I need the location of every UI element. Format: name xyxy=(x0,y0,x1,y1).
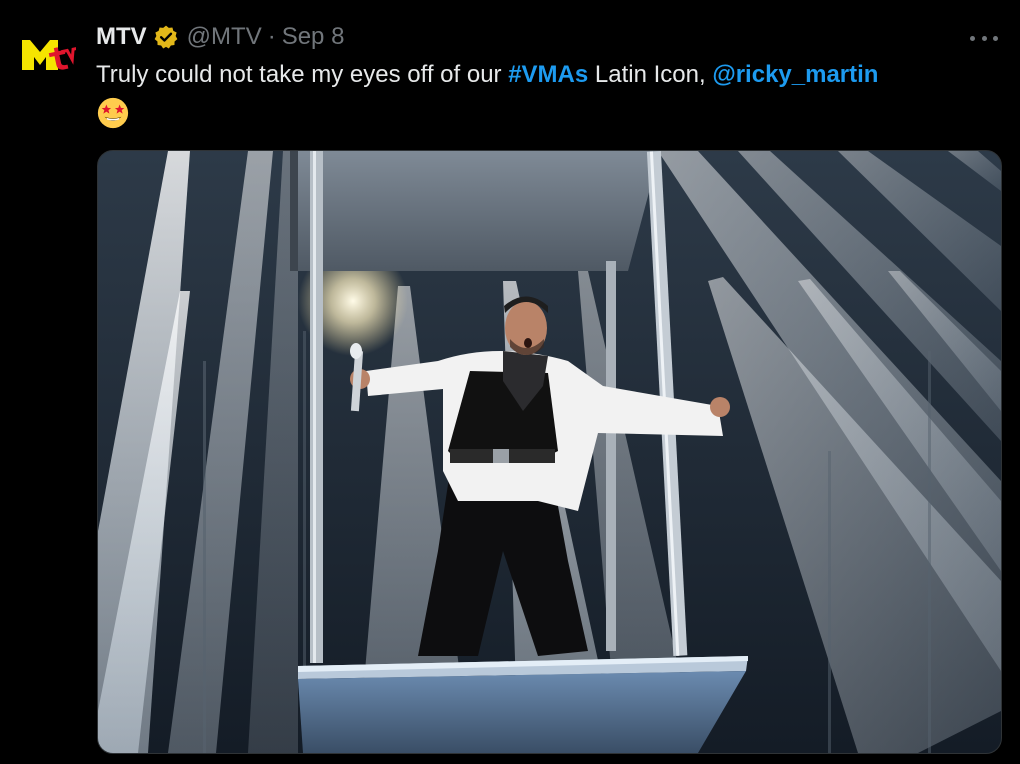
tweet-header: MTV @MTV · Sep 8 xyxy=(96,22,344,52)
author-display-name[interactable]: MTV xyxy=(96,23,147,51)
tweet[interactable]: MTV @MTV · Sep 8 Truly could not take my… xyxy=(0,0,1020,764)
mtv-logo-icon xyxy=(22,40,76,70)
more-dot xyxy=(981,35,987,41)
more-options-icon[interactable] xyxy=(970,28,998,48)
more-dot xyxy=(993,35,998,41)
tweet-media-photo[interactable] xyxy=(97,150,1002,754)
tweet-text: Truly could not take my eyes off of our … xyxy=(96,58,996,130)
star-struck-emoji-icon xyxy=(96,96,130,130)
tweet-text-part2: Latin Icon, xyxy=(588,61,713,88)
mention-link[interactable]: @ricky_martin xyxy=(712,61,878,88)
tweet-text-part1: Truly could not take my eyes off of our xyxy=(96,61,509,88)
header-separator: · xyxy=(267,23,276,50)
more-dot xyxy=(970,35,975,41)
avatar[interactable] xyxy=(20,30,76,78)
hashtag-link[interactable]: #VMAs xyxy=(508,61,588,88)
author-handle[interactable]: @MTV xyxy=(187,23,262,51)
tweet-date[interactable]: Sep 8 xyxy=(282,23,345,51)
performer-photo xyxy=(98,151,1001,753)
verified-badge-icon[interactable] xyxy=(153,24,179,50)
